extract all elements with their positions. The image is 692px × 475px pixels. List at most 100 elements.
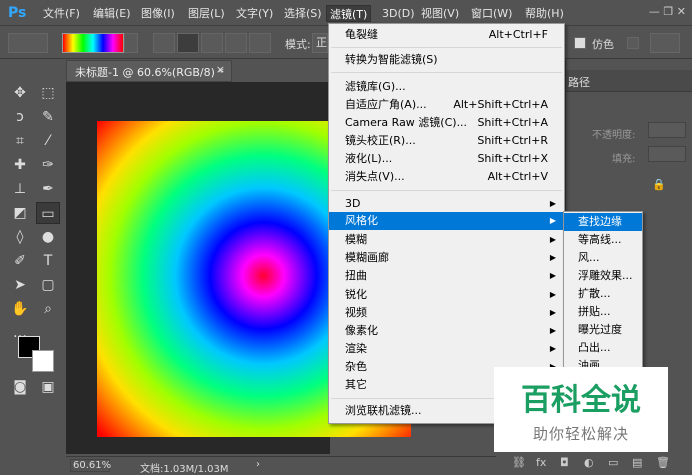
stylize-find-edges[interactable]: 查找边缘 — [564, 213, 642, 231]
zoom-level[interactable]: 60.61% — [70, 459, 111, 472]
layers-panel-footer: ⛓ fx ◘ ◐ ▭ ▤ 🗑 — [500, 452, 692, 475]
opacity-label: 不透明度: — [592, 130, 636, 141]
diamond-gradient-icon[interactable] — [249, 33, 271, 53]
menu-separator — [331, 47, 562, 48]
workspace-switcher[interactable] — [650, 33, 680, 53]
clone-stamp-tool-icon[interactable]: ⊥ — [8, 178, 32, 200]
zoom-tool-icon[interactable]: ⌕ — [36, 298, 60, 320]
stylize-submenu: 查找边缘 等高线... 风... 浮雕效果... 扩散... 拼贴... 曝光过… — [563, 211, 643, 372]
type-tool-icon[interactable]: T — [36, 250, 60, 272]
watermark: 百科全说 助你轻松解决 — [494, 367, 668, 452]
move-tool-icon[interactable]: ✥ — [8, 82, 32, 104]
filter-sharpen[interactable]: 锐化 ▶ — [329, 286, 564, 304]
menu-layer[interactable]: 图层(L) — [185, 5, 228, 22]
menu-type[interactable]: 文字(Y) — [233, 5, 276, 22]
pen-tool-icon[interactable]: ✐ — [8, 250, 32, 272]
filter-lens-correction[interactable]: 镜头校正(R)... Shift+Ctrl+R — [329, 132, 564, 150]
document-tab[interactable]: 未标题-1 @ 60.6%(RGB/8) * × — [66, 60, 232, 82]
background-color-swatch[interactable] — [32, 350, 54, 372]
stylize-diffuse[interactable]: 扩散... — [564, 285, 642, 303]
menu-window[interactable]: 窗口(W) — [468, 5, 515, 22]
eyedropper-tool-icon[interactable]: ⁄ — [36, 130, 60, 152]
tab-paths[interactable]: 路径 — [568, 74, 590, 90]
document-size: 文档:1.03M/1.03M — [140, 464, 229, 475]
status-arrow-icon[interactable]: › — [256, 459, 260, 470]
adjustment-icon[interactable]: ◐ — [584, 456, 594, 469]
filter-pixelate[interactable]: 像素化 ▶ — [329, 322, 564, 340]
history-brush-tool-icon[interactable]: ✒ — [36, 178, 60, 200]
menu-view[interactable]: 视图(V) — [418, 5, 462, 22]
gradient-tool-icon[interactable]: ▭ — [36, 202, 60, 224]
filter-3d[interactable]: 3D ▶ — [329, 195, 564, 213]
eraser-tool-icon[interactable]: ◩ — [8, 202, 32, 224]
gradient-swatch[interactable] — [62, 33, 124, 53]
rectangle-tool-icon[interactable]: ▢ — [36, 274, 60, 296]
lasso-tool-icon[interactable]: ↄ — [8, 106, 32, 128]
quick-mask-icon[interactable]: ◙ — [8, 376, 32, 398]
reflected-gradient-icon[interactable] — [225, 33, 247, 53]
menu-edit[interactable]: 编辑(E) — [90, 5, 134, 22]
close-icon[interactable]: × — [216, 63, 225, 76]
angle-gradient-icon[interactable] — [201, 33, 223, 53]
filter-camera-raw[interactable]: Camera Raw 滤镜(C)... Shift+Ctrl+A — [329, 114, 564, 132]
stylize-emboss[interactable]: 浮雕效果... — [564, 267, 642, 285]
dodge-tool-icon[interactable]: ● — [36, 226, 60, 248]
filter-blur-gallery[interactable]: 模糊画廊 ▶ — [329, 249, 564, 267]
filter-adaptive-wide-angle[interactable]: 自适应广角(A)... Alt+Shift+Ctrl+A — [329, 96, 564, 114]
filter-liquify[interactable]: 液化(L)... Shift+Ctrl+X — [329, 150, 564, 168]
hand-tool-icon[interactable]: ✋ — [8, 298, 32, 320]
menu-image[interactable]: 图像(I) — [138, 5, 178, 22]
menu-separator — [331, 72, 562, 73]
menu-select[interactable]: 选择(S) — [281, 5, 325, 22]
transparency-checkbox[interactable] — [627, 37, 639, 49]
menu-3d[interactable]: 3D(D) — [379, 5, 418, 22]
crop-tool-icon[interactable]: ⌗ — [8, 130, 32, 152]
menu-filter[interactable]: 滤镜(T) — [326, 5, 372, 22]
stylize-trace-contour[interactable]: 等高线... — [564, 231, 642, 249]
quick-select-tool-icon[interactable]: ✎ — [36, 106, 60, 128]
dither-checkbox[interactable] — [574, 37, 586, 49]
menu-separator — [331, 190, 562, 191]
mode-select[interactable]: 正 — [312, 33, 328, 53]
trash-icon[interactable]: 🗑 — [656, 456, 670, 469]
brush-tool-icon[interactable]: ✑ — [36, 154, 60, 176]
fx-icon[interactable]: fx — [536, 456, 546, 469]
radial-gradient-icon[interactable] — [177, 33, 199, 53]
path-select-tool-icon[interactable]: ➤ — [8, 274, 32, 296]
filter-gallery[interactable]: 滤镜库(G)... — [329, 78, 564, 96]
filter-distort[interactable]: 扭曲 ▶ — [329, 267, 564, 285]
filter-last-cracks[interactable]: 龟裂缝 Alt+Ctrl+F — [329, 26, 564, 44]
folder-icon[interactable]: ▭ — [608, 456, 618, 469]
lock-icon: 🔒 — [652, 178, 666, 191]
link-layers-icon[interactable]: ⛓ — [512, 456, 526, 469]
marquee-tool-icon[interactable]: ⬚ — [36, 82, 60, 104]
document-tab-title: 未标题-1 @ 60.6%(RGB/8) * — [75, 66, 224, 79]
fill-input[interactable] — [648, 146, 686, 162]
filter-stylize[interactable]: 风格化 ▶ — [329, 212, 564, 230]
gradient-tool-preset[interactable] — [8, 33, 48, 53]
filter-render[interactable]: 渲染 ▶ — [329, 340, 564, 358]
watermark-title: 百科全说 — [521, 383, 641, 418]
stylize-wind[interactable]: 风... — [564, 249, 642, 267]
filter-menu-dropdown: 龟裂缝 Alt+Ctrl+F 转换为智能滤镜(S) 滤镜库(G)... 自适应广角… — [328, 23, 565, 424]
screen-mode-icon[interactable]: ▣ — [36, 376, 60, 398]
menu-help[interactable]: 帮助(H) — [522, 5, 567, 22]
linear-gradient-icon[interactable] — [153, 33, 175, 53]
new-layer-icon[interactable]: ▤ — [632, 456, 642, 469]
opacity-input[interactable] — [648, 122, 686, 138]
mask-icon[interactable]: ◘ — [560, 456, 569, 469]
stylize-tiles[interactable]: 拼贴... — [564, 303, 642, 321]
status-bar: 60.61% 文档:1.03M/1.03M › — [66, 456, 496, 475]
menu-file[interactable]: 文件(F) — [40, 5, 83, 22]
filter-vanishing-point[interactable]: 消失点(V)... Alt+Ctrl+V — [329, 168, 564, 186]
healing-brush-tool-icon[interactable]: ✚ — [8, 154, 32, 176]
filter-video[interactable]: 视频 ▶ — [329, 304, 564, 322]
blur-tool-icon[interactable]: ◊ — [8, 226, 32, 248]
window-controls[interactable]: — ❐ ✕ — [649, 5, 686, 18]
stylize-extrude[interactable]: 凸出... — [564, 339, 642, 357]
chevron-down-icon[interactable] — [124, 33, 138, 53]
filter-convert-smart[interactable]: 转换为智能滤镜(S) — [329, 51, 564, 69]
stylize-solarize[interactable]: 曝光过度 — [564, 321, 642, 339]
filter-blur[interactable]: 模糊 ▶ — [329, 231, 564, 249]
fill-label: 填充: — [612, 154, 636, 165]
